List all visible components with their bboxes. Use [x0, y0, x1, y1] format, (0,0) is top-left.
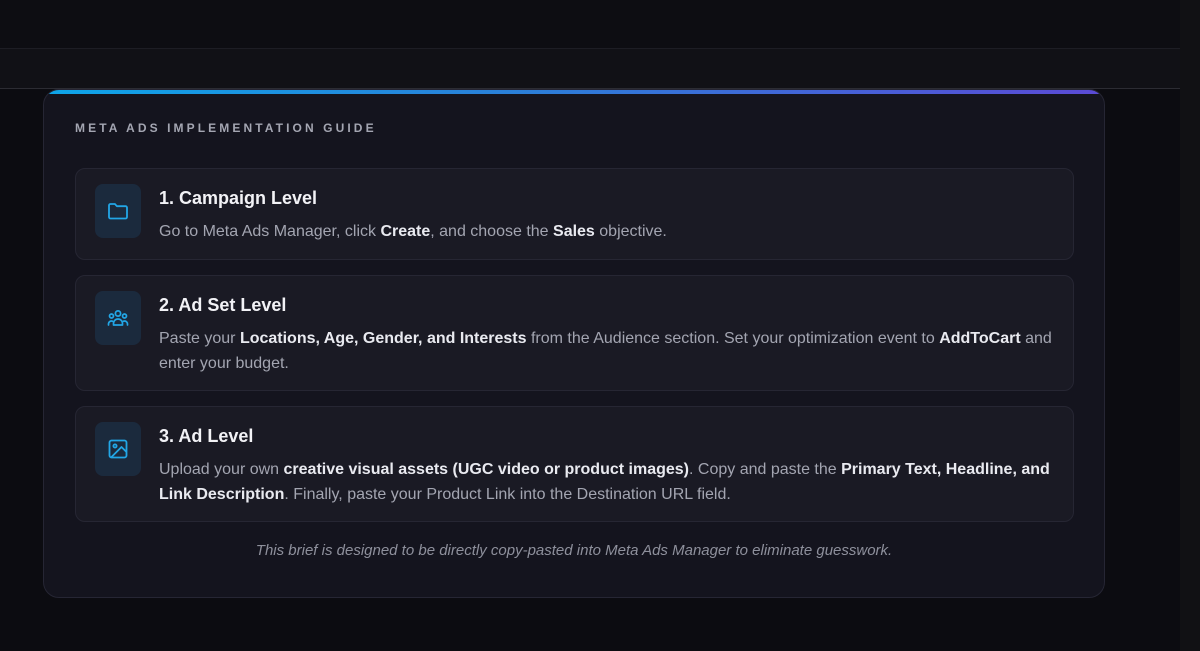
image-icon [95, 422, 141, 476]
guide-heading: META ADS IMPLEMENTATION GUIDE [75, 121, 377, 135]
implementation-guide-card: META ADS IMPLEMENTATION GUIDE 1. Campaig… [43, 89, 1105, 598]
step-ad-set-level: 2. Ad Set Level Paste your Locations, Ag… [75, 275, 1074, 391]
toolbar-strip [0, 49, 1180, 89]
card-accent-line [44, 90, 1104, 94]
step-title: 1. Campaign Level [159, 188, 318, 208]
step-description: Upload your own creative visual assets (… [159, 461, 1050, 503]
users-icon [95, 291, 141, 345]
step-title: 3. Ad Level [159, 426, 254, 446]
step-campaign-level: 1. Campaign Level Go to Meta Ads Manager… [75, 168, 1074, 260]
step-description: Go to Meta Ads Manager, click Create, an… [159, 223, 667, 240]
footer-note: This brief is designed to be directly co… [255, 542, 893, 559]
scrollbar-track[interactable] [1180, 0, 1200, 651]
top-bar [0, 0, 1180, 49]
step-ad-level: 3. Ad Level Upload your own creative vis… [75, 406, 1074, 522]
step-title: 2. Ad Set Level [159, 295, 287, 315]
folder-icon [95, 184, 141, 238]
step-description: Paste your Locations, Age, Gender, and I… [159, 330, 1052, 372]
